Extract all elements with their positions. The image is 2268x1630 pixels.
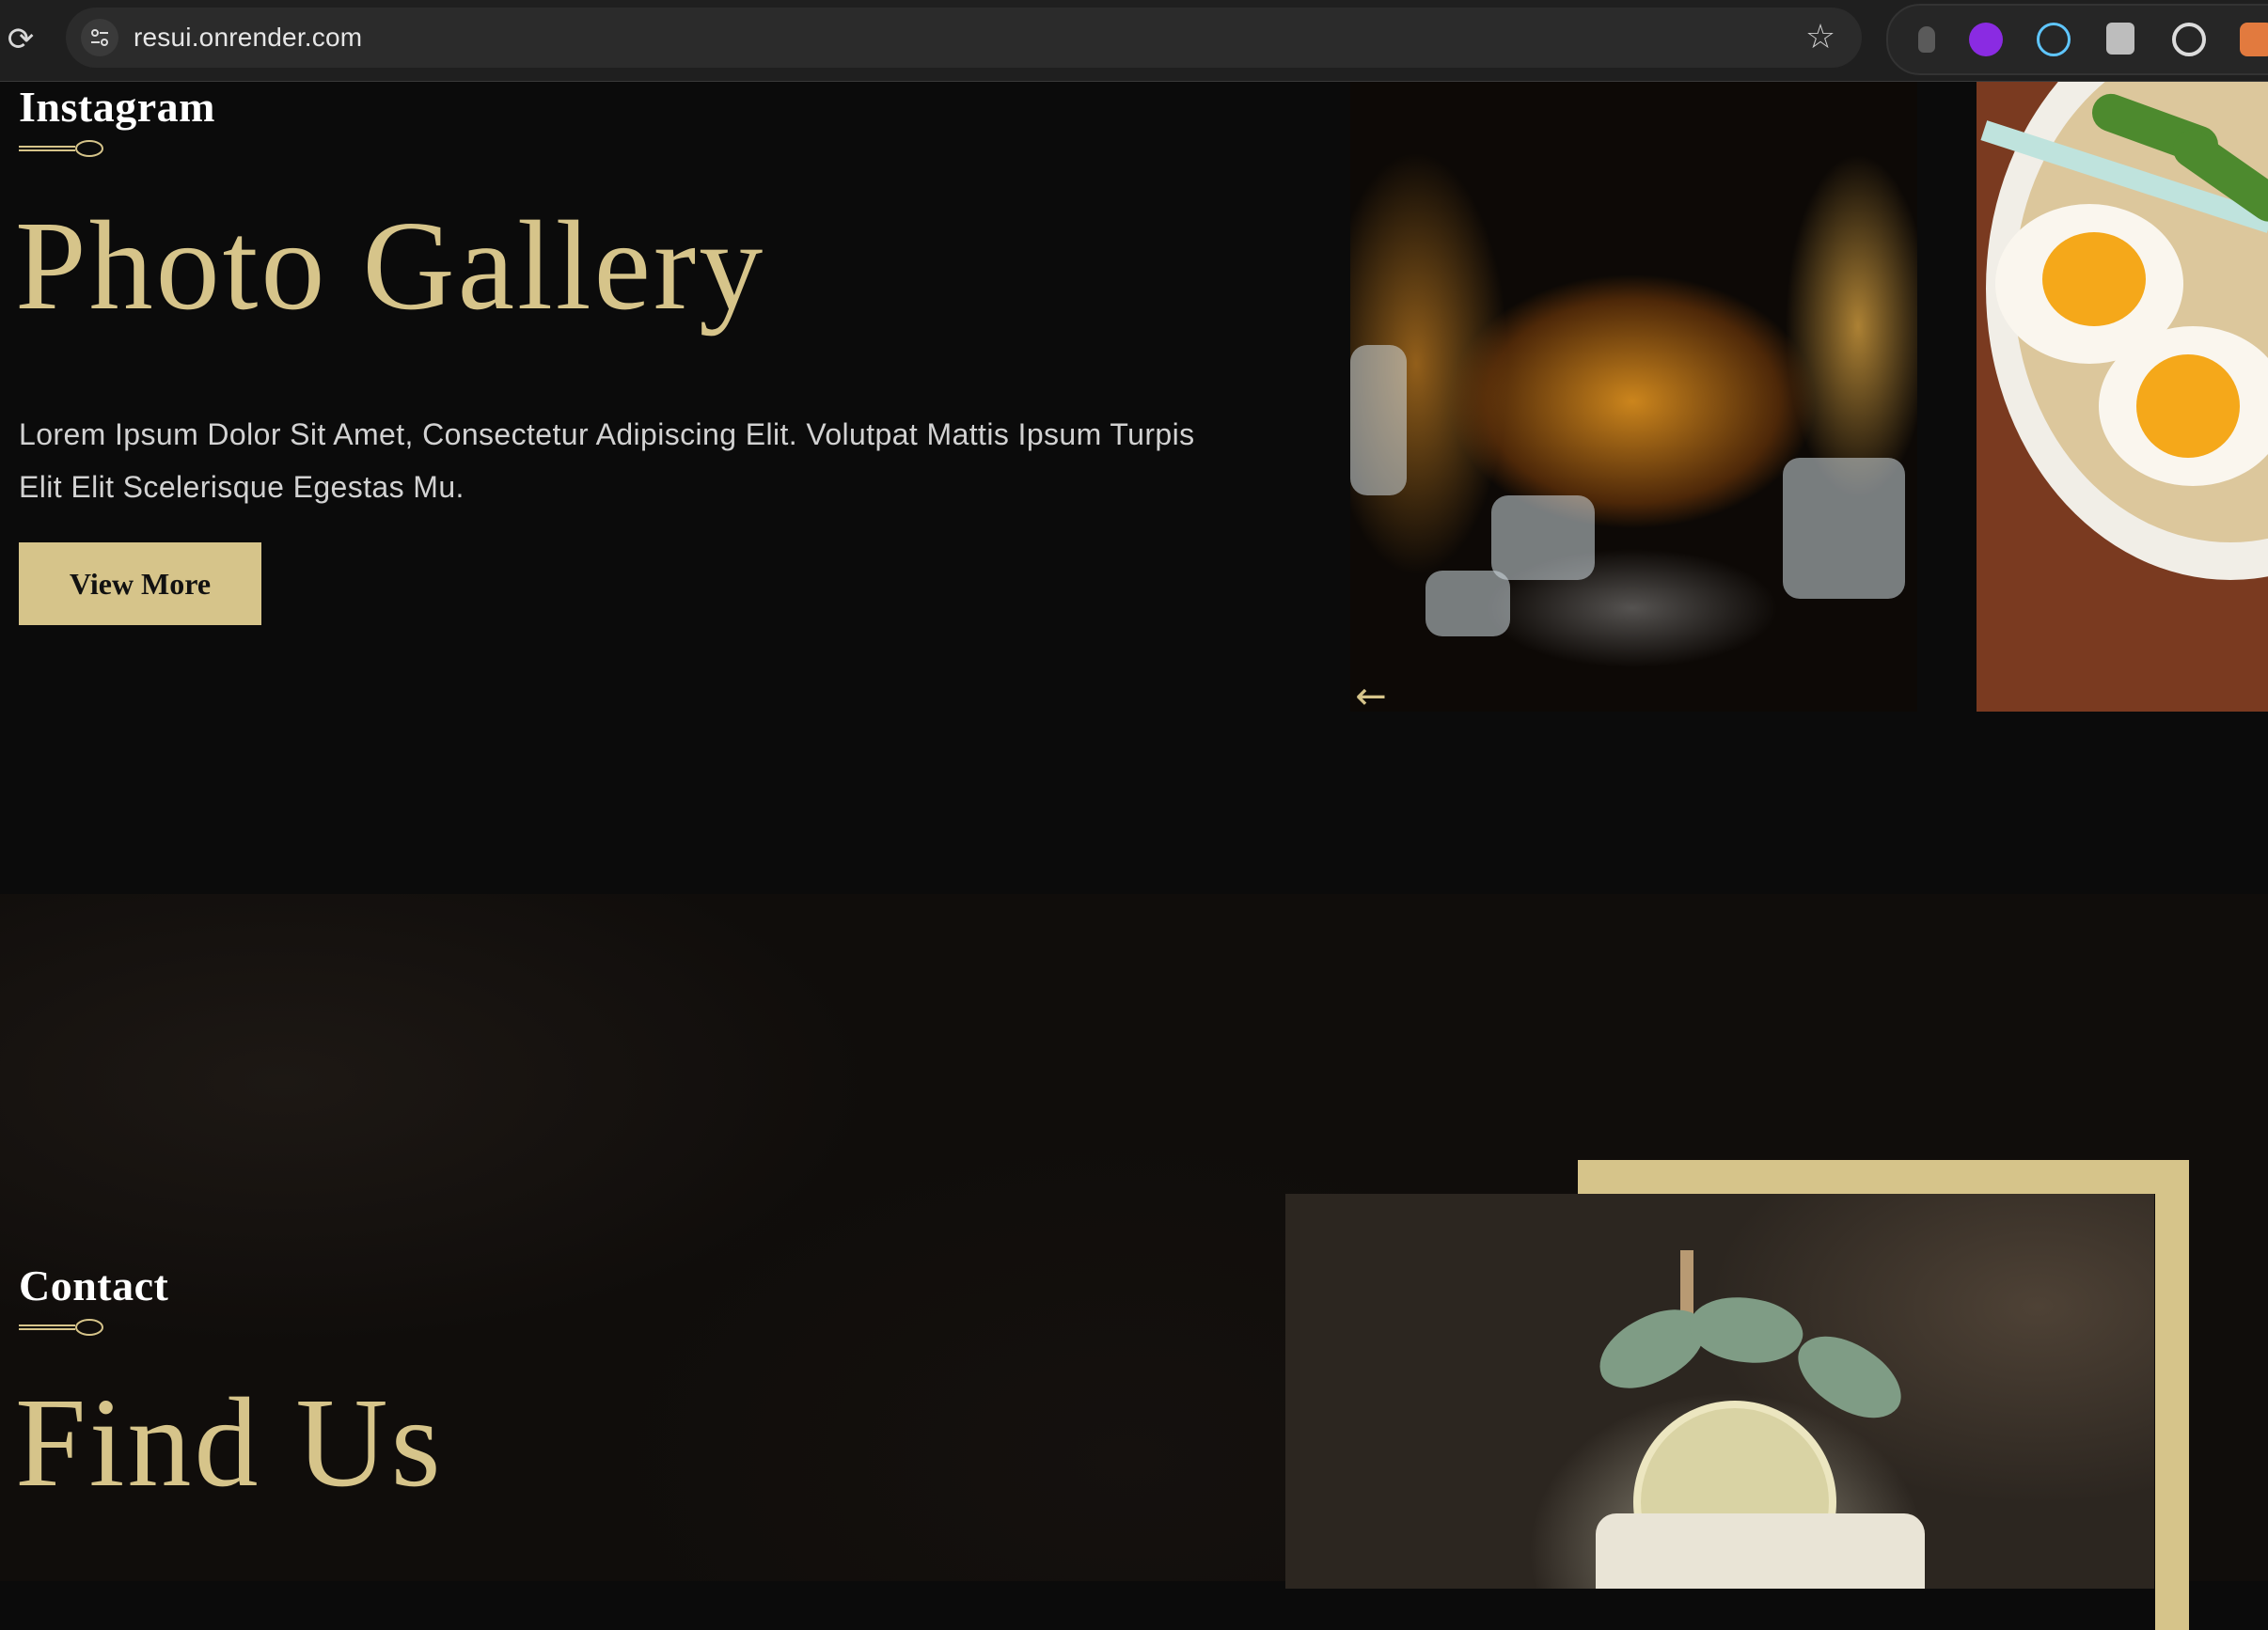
spoon-divider-icon <box>19 140 103 157</box>
extension-2-icon[interactable] <box>1969 23 2003 56</box>
contact-eyebrow: Contact <box>19 1262 169 1309</box>
gallery-section: Instagram Photo Gallery Lorem Ipsum Dolo… <box>0 82 2268 894</box>
reload-icon[interactable]: ⟳ <box>4 23 38 56</box>
star-icon[interactable]: ☆ <box>1800 17 1841 58</box>
contact-section: Contact Find Us <box>0 894 2268 1630</box>
url-text[interactable]: resui.onrender.com <box>134 23 362 53</box>
react-devtools-icon[interactable] <box>2037 23 2071 56</box>
address-bar[interactable]: resui.onrender.com ☆ <box>66 8 1862 68</box>
view-more-button[interactable]: View More <box>19 542 261 625</box>
extension-1-icon[interactable] <box>1918 26 1935 53</box>
extension-6-icon[interactable] <box>2240 23 2268 56</box>
site-info-icon[interactable] <box>81 19 118 56</box>
extension-4-icon[interactable] <box>2106 23 2134 55</box>
whiskey-glass-photo[interactable] <box>1350 82 1917 712</box>
extension-5-icon[interactable] <box>2172 23 2206 56</box>
mint-cocktail-photo <box>1285 1194 2154 1589</box>
ramen-bowl-photo[interactable] <box>1977 82 2268 712</box>
contact-title: Find Us <box>15 1372 444 1513</box>
browser-toolbar: ⟳ resui.onrender.com ☆ <box>0 0 2268 82</box>
gallery-prev-arrow[interactable]: ← <box>1350 676 1392 717</box>
gallery-title: Photo Gallery <box>15 196 766 337</box>
gallery-description: Lorem Ipsum Dolor Sit Amet, Consectetur … <box>19 417 1195 504</box>
extensions-bar <box>1886 4 2268 75</box>
gallery-eyebrow: Instagram <box>19 83 215 131</box>
spoon-divider-icon <box>19 1319 103 1336</box>
